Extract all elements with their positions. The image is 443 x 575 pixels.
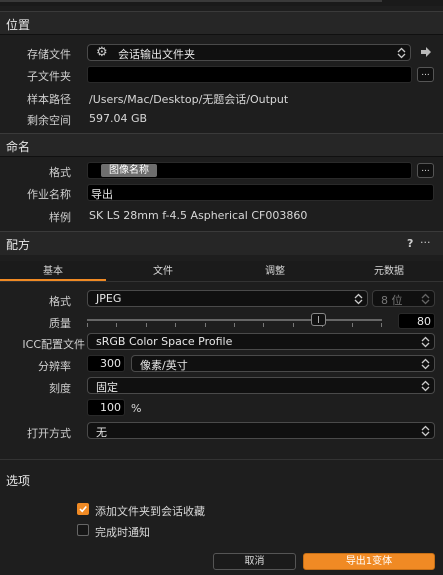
image-name-token[interactable]: 图像名称 bbox=[101, 164, 157, 177]
slider-tick bbox=[146, 323, 147, 327]
slider-tick bbox=[381, 323, 382, 327]
checkmark-icon bbox=[79, 505, 87, 513]
scale-dropdown[interactable]: 固定 bbox=[87, 377, 435, 394]
example-label: 样例 bbox=[49, 211, 71, 224]
arrow-right-icon[interactable] bbox=[420, 46, 432, 58]
cancel-label: 取消 bbox=[244, 556, 265, 567]
tab-adjust[interactable]: 调整 bbox=[222, 263, 328, 281]
scale-label: 刻度 bbox=[49, 382, 71, 395]
tab-label: 文件 bbox=[153, 266, 173, 277]
subfolder-more-button[interactable]: ... bbox=[417, 67, 434, 82]
slider-thumb[interactable] bbox=[311, 313, 326, 326]
bit-depth-dropdown[interactable]: 8 位 bbox=[372, 290, 435, 307]
updown-icon bbox=[354, 293, 363, 305]
quality-value: 80 bbox=[417, 315, 431, 328]
export-label: 导出1变体 bbox=[345, 556, 393, 567]
top-edge bbox=[0, 0, 443, 6]
slider-tick bbox=[205, 323, 206, 327]
storage-value: 会话输出文件夹 bbox=[118, 48, 195, 61]
quality-slider[interactable] bbox=[87, 312, 382, 328]
tab-active-indicator bbox=[0, 279, 106, 281]
percent-sign: % bbox=[131, 402, 142, 415]
section-title: 选项 bbox=[6, 474, 31, 488]
section-title: 位置 bbox=[6, 18, 31, 32]
icc-dropdown[interactable]: sRGB Color Space Profile bbox=[87, 333, 435, 350]
section-title: 配方 bbox=[6, 238, 31, 252]
resolution-unit-dropdown[interactable]: 像素/英寸 bbox=[131, 355, 435, 372]
icc-label: ICC配置文件 bbox=[22, 338, 85, 351]
icc-value: sRGB Color Space Profile bbox=[96, 335, 233, 348]
slider-tick bbox=[293, 323, 294, 327]
open-with-dropdown[interactable]: 无 bbox=[87, 422, 435, 439]
section-header-location[interactable]: 位置 bbox=[0, 11, 443, 35]
quality-label: 质量 bbox=[49, 317, 71, 330]
scale-percent-input[interactable]: 100 bbox=[87, 399, 125, 416]
job-name-label: 作业名称 bbox=[27, 188, 71, 201]
tab-label: 基本 bbox=[43, 266, 63, 277]
tab-label: 调整 bbox=[265, 266, 285, 277]
updown-icon bbox=[421, 336, 430, 348]
open-with-value: 无 bbox=[96, 426, 107, 439]
scale-percent-value: 100 bbox=[100, 401, 121, 414]
notify-checkbox[interactable] bbox=[77, 524, 89, 536]
example-value: SK LS 28mm f-4.5 Aspherical CF003860 bbox=[89, 209, 308, 222]
open-with-label: 打开方式 bbox=[27, 427, 71, 440]
sample-path-value: /Users/Mac/Desktop/无题会话/Output bbox=[89, 93, 289, 106]
slider-tick bbox=[263, 323, 264, 327]
add-folder-checkbox[interactable] bbox=[77, 503, 89, 515]
subfolder-input[interactable] bbox=[87, 66, 412, 83]
free-space-label: 剩余空间 bbox=[27, 114, 71, 127]
section-header-options[interactable]: 选项 bbox=[0, 468, 443, 492]
updown-icon bbox=[397, 47, 406, 59]
slider-tick bbox=[175, 323, 176, 327]
updown-icon bbox=[421, 380, 430, 392]
section-header-naming[interactable]: 命名 bbox=[0, 133, 443, 157]
updown-icon bbox=[421, 425, 430, 437]
subfolder-label: 子文件夹 bbox=[27, 70, 71, 83]
more-icon[interactable]: ··· bbox=[420, 236, 431, 249]
help-icon[interactable]: ? bbox=[407, 237, 413, 250]
updown-icon bbox=[421, 358, 430, 370]
divider bbox=[0, 459, 443, 460]
name-format-label: 格式 bbox=[49, 166, 71, 179]
slider-tick bbox=[352, 323, 353, 327]
resolution-unit-value: 像素/英寸 bbox=[140, 359, 188, 372]
slider-tick bbox=[116, 323, 117, 327]
slider-ticks bbox=[87, 323, 382, 327]
add-folder-label: 添加文件夹到会话收藏 bbox=[95, 505, 205, 518]
bit-depth-value: 8 位 bbox=[381, 294, 403, 307]
section-header-recipe[interactable]: 配方 ? ··· bbox=[0, 231, 443, 255]
free-space-value: 597.04 GB bbox=[89, 112, 148, 125]
name-format-more-button[interactable]: ... bbox=[417, 163, 434, 178]
resolution-value: 300 bbox=[100, 357, 121, 370]
quality-input[interactable]: 80 bbox=[398, 313, 435, 329]
export-button[interactable]: 导出1变体 bbox=[303, 553, 435, 570]
format-label: 格式 bbox=[49, 295, 71, 308]
job-name-input[interactable]: 导出 bbox=[87, 184, 434, 201]
format-value: JPEG bbox=[96, 292, 122, 305]
storage-dropdown[interactable]: ⚙ 会话输出文件夹 bbox=[87, 44, 411, 61]
slider-tick bbox=[234, 323, 235, 327]
slider-track bbox=[87, 319, 382, 321]
slider-tick bbox=[87, 323, 88, 327]
name-format-input[interactable]: 图像名称 bbox=[87, 162, 412, 179]
scale-value: 固定 bbox=[96, 381, 118, 394]
gear-icon: ⚙ bbox=[96, 45, 108, 60]
storage-label: 存储文件 bbox=[27, 48, 71, 61]
tab-label: 元数据 bbox=[374, 266, 404, 277]
cancel-button[interactable]: 取消 bbox=[213, 553, 296, 570]
resolution-label: 分辨率 bbox=[38, 360, 71, 373]
tab-metadata[interactable]: 元数据 bbox=[336, 263, 442, 281]
job-name-value: 导出 bbox=[91, 188, 113, 201]
notify-label: 完成时通知 bbox=[95, 526, 150, 539]
updown-icon bbox=[421, 293, 430, 305]
format-dropdown[interactable]: JPEG bbox=[87, 290, 368, 307]
sample-path-label: 样本路径 bbox=[27, 93, 71, 106]
tab-file[interactable]: 文件 bbox=[110, 263, 216, 281]
resolution-input[interactable]: 300 bbox=[87, 355, 125, 372]
section-title: 命名 bbox=[6, 140, 31, 154]
